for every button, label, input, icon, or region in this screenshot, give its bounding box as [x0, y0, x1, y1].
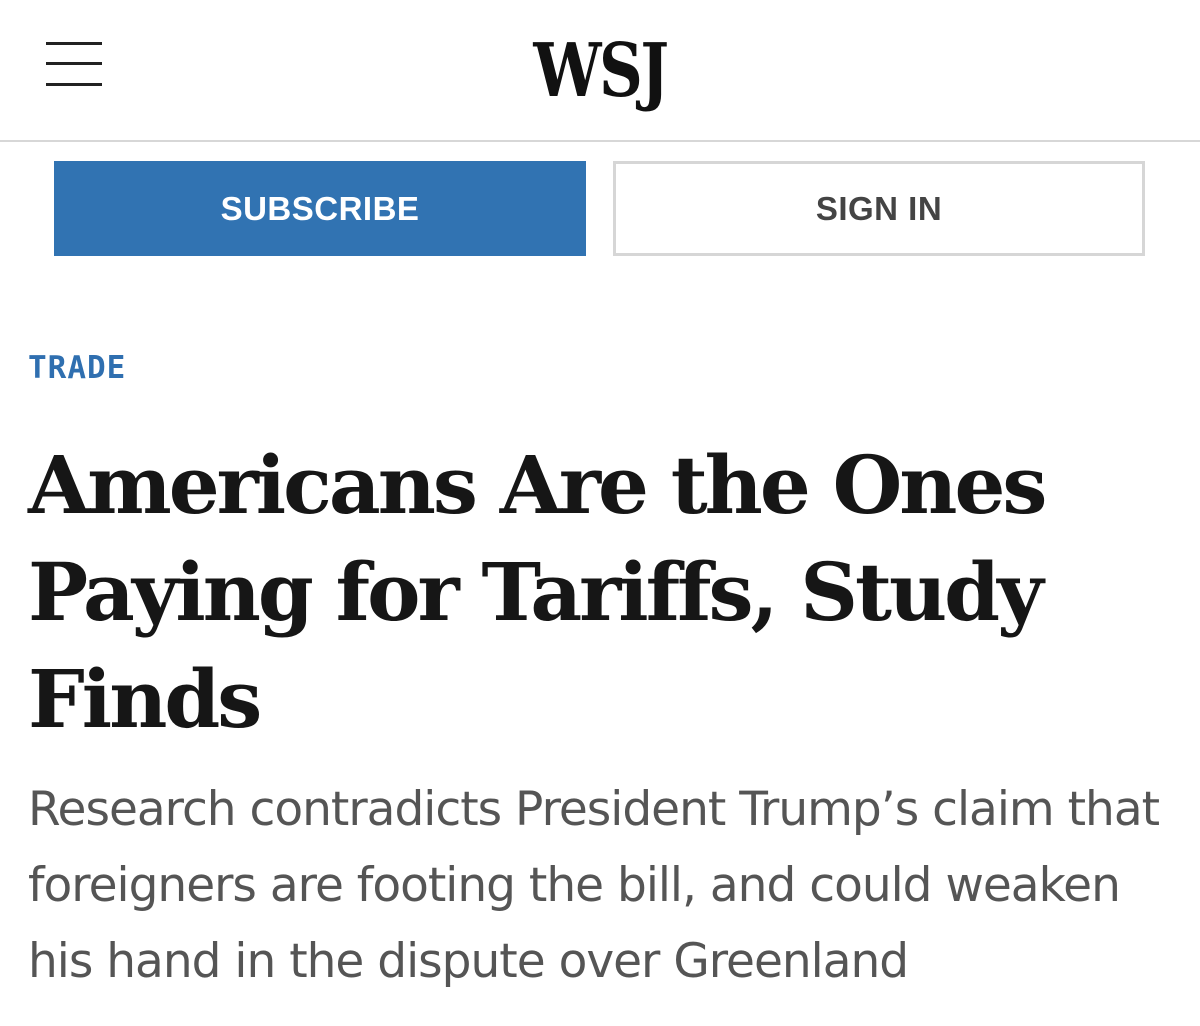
hamburger-menu-icon[interactable]: [44, 38, 104, 92]
article-headline: Americans Are the Ones Paying for Tariff…: [28, 438, 1047, 746]
menu-line: [46, 83, 102, 86]
section-label[interactable]: TRADE: [28, 350, 126, 386]
site-header: WSJ: [0, 0, 1200, 142]
menu-line: [46, 62, 102, 65]
sign-in-button[interactable]: SIGN IN: [613, 161, 1145, 256]
subscribe-button[interactable]: SUBSCRIBE: [54, 161, 586, 256]
wsj-logo[interactable]: WSJ: [108, 26, 1092, 116]
article-dek: Research contradicts President Trump’s c…: [28, 782, 1160, 989]
menu-line: [46, 42, 102, 45]
